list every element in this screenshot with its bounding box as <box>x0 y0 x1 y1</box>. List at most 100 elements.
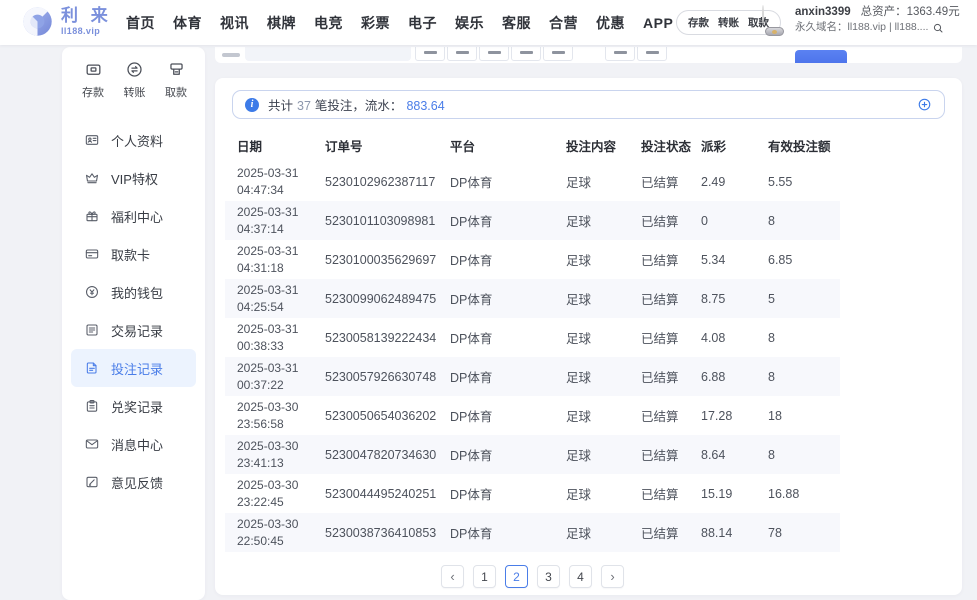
sidebar-item-redeem-records[interactable]: 兑奖记录 <box>62 387 205 425</box>
column-header: 有效投注额 <box>768 139 831 154</box>
sidebar-item-welfare-center[interactable]: 福利中心 <box>62 197 205 235</box>
time-value: 23:56:58 <box>237 416 284 431</box>
cell-order: 5230058139222434 <box>325 330 437 345</box>
sidebar-item-label: 消息中心 <box>111 437 164 453</box>
quick-action-withdraw[interactable]: 取款 <box>165 60 187 100</box>
sidebar-item-my-wallet[interactable]: 我的钱包 <box>62 273 205 311</box>
filter-segment[interactable] <box>637 47 667 61</box>
site-logo[interactable]: 利 来 ll188.vip <box>21 5 112 38</box>
filter-segment[interactable] <box>605 47 635 61</box>
filter-segments-2 <box>605 47 667 61</box>
cell-order: 5230057926630748 <box>325 369 437 384</box>
cell-valid-amount: 5 <box>768 291 775 306</box>
pagination-page-3[interactable]: 3 <box>537 565 560 588</box>
plus-circle-icon[interactable] <box>917 97 932 112</box>
cell-valid-amount: 5.55 <box>768 174 793 189</box>
table-row: 2025-03-31 04:47:34 5230102962387117 DP体育 足球… <box>225 162 840 201</box>
vip-icon <box>84 170 100 186</box>
cell-date: 2025-03-30 23:56:58 <box>225 399 325 431</box>
cell-content: 足球 <box>566 215 592 229</box>
date-range-segments <box>415 47 573 61</box>
filter-search-button[interactable] <box>795 50 847 63</box>
welfare-icon <box>84 208 100 224</box>
bet-records-panel: i 共计 37 笔投注，流水： 883.64 日期 订单号 平台 投注内容 投注状态 派彩 有效投… <box>215 78 962 595</box>
cell-payout: 15.19 <box>701 486 733 501</box>
table-row: 2025-03-31 04:25:54 5230099062489475 DP体育 足球… <box>225 279 840 318</box>
date-range-segment[interactable] <box>479 47 509 61</box>
date-range-segment[interactable] <box>511 47 541 61</box>
cell-payout: 6.88 <box>701 369 726 384</box>
pagination-page-1[interactable]: 1 <box>473 565 496 588</box>
time-value: 04:37:14 <box>237 221 284 236</box>
pagination-page-2[interactable]: 2 <box>505 565 528 588</box>
cell-valid-amount: 8 <box>768 369 775 384</box>
nav-item-live-video[interactable]: 视讯 <box>220 13 249 33</box>
deposit-icon <box>84 60 103 79</box>
cell-status: 已结算 <box>641 293 679 307</box>
pill-transfer-button[interactable]: 转账 <box>718 15 739 30</box>
nav-item-entertainment[interactable]: 娱乐 <box>455 13 484 33</box>
nav-item-promotions[interactable]: 优惠 <box>596 13 625 33</box>
cell-date: 2025-03-31 00:38:33 <box>225 321 325 353</box>
cell-content: 足球 <box>566 254 592 268</box>
table-row: 2025-03-31 00:38:33 5230058139222434 DP体育 足球… <box>225 318 840 357</box>
filter-input[interactable] <box>245 47 411 61</box>
top-header: 利 来 ll188.vip 首页 体育 视讯 棋牌 电竞 彩票 电子 娱乐 客服 合营 优惠 APP … <box>0 0 977 45</box>
user-line2: 永久域名：ll188.vip | ll188.... <box>795 21 960 34</box>
cell-platform: DP体育 <box>450 410 493 424</box>
date-range-segment[interactable] <box>447 47 477 61</box>
sidebar-item-vip[interactable]: VIP特权 <box>62 159 205 197</box>
nav-item-lottery[interactable]: 彩票 <box>361 13 390 33</box>
cell-content: 足球 <box>566 527 592 541</box>
pagination-prev-button[interactable]: ‹ <box>441 565 464 588</box>
cell-order: 5230101103098981 <box>325 213 436 228</box>
nav-item-slots[interactable]: 电子 <box>408 13 437 33</box>
cell-payout: 8.64 <box>701 447 726 462</box>
search-icon[interactable] <box>932 22 944 34</box>
cell-payout: 88.14 <box>701 525 733 540</box>
nav-item-support[interactable]: 客服 <box>502 13 531 33</box>
logo-domain: ll188.vip <box>61 26 101 36</box>
cell-date: 2025-03-30 22:50:45 <box>225 516 325 548</box>
cell-order: 5230100035629697 <box>325 252 437 267</box>
cell-payout: 2.49 <box>701 174 726 189</box>
sidebar-item-withdraw-card[interactable]: 取款卡 <box>62 235 205 273</box>
pagination-next-button[interactable]: › <box>601 565 624 588</box>
sidebar-item-profile[interactable]: 个人资料 <box>62 121 205 159</box>
time-value: 00:38:33 <box>237 338 284 353</box>
time-value: 22:50:45 <box>237 533 284 548</box>
nav-item-esports[interactable]: 电竞 <box>314 13 343 33</box>
cell-content: 足球 <box>566 488 592 502</box>
pagination-page-4[interactable]: 4 <box>569 565 592 588</box>
pill-deposit-button[interactable]: 存款 <box>688 15 709 30</box>
sidebar-item-bet-records[interactable]: 投注记录 <box>71 349 196 387</box>
cell-valid-amount: 18 <box>768 408 782 423</box>
date-value: 2025-03-31 <box>237 322 299 337</box>
nav-item-home[interactable]: 首页 <box>126 13 155 33</box>
avatar[interactable] <box>762 5 764 24</box>
profile-icon <box>84 132 100 148</box>
quick-action-deposit[interactable]: 存款 <box>82 60 104 100</box>
sidebar-item-transaction-records[interactable]: 交易记录 <box>62 311 205 349</box>
nav-item-board-games[interactable]: 棋牌 <box>267 13 296 33</box>
sidebar-item-message-center[interactable]: 消息中心 <box>62 425 205 463</box>
cell-valid-amount: 6.85 <box>768 252 793 267</box>
nav-item-sports[interactable]: 体育 <box>173 13 202 33</box>
cell-platform: DP体育 <box>450 527 493 541</box>
nav-item-app[interactable]: APP <box>643 15 673 31</box>
summary-bar: i 共计 37 笔投注，流水： 883.64 <box>232 90 945 119</box>
date-value: 2025-03-31 <box>237 283 299 298</box>
table-body: 2025-03-31 04:47:34 5230102962387117 DP体育 足球… <box>225 162 840 552</box>
column-header: 订单号 <box>325 139 363 154</box>
cell-platform: DP体育 <box>450 293 493 307</box>
quick-action-transfer[interactable]: 转账 <box>124 60 146 100</box>
sidebar-item-feedback[interactable]: 意见反馈 <box>62 463 205 501</box>
nav-item-partnership[interactable]: 合营 <box>549 13 578 33</box>
date-range-segment[interactable] <box>543 47 573 61</box>
cell-content: 足球 <box>566 449 592 463</box>
cell-valid-amount: 8 <box>768 330 775 345</box>
date-range-segment[interactable] <box>415 47 445 61</box>
table-row: 2025-03-31 00:37:22 5230057926630748 DP体育 足球… <box>225 357 840 396</box>
cell-payout: 5.34 <box>701 252 726 267</box>
cell-payout: 4.08 <box>701 330 726 345</box>
